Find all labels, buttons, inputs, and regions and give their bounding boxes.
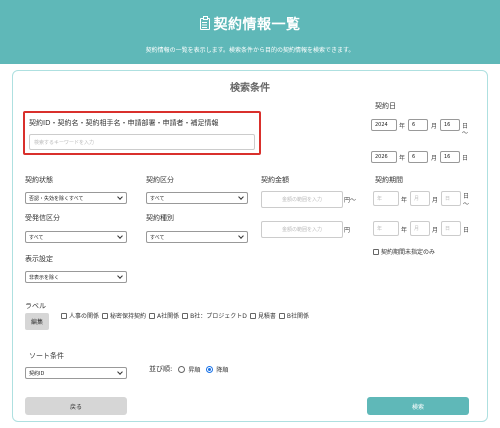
contract-date-from-month[interactable]: 6 [408, 119, 428, 131]
label-checkbox-item[interactable]: B社関係 [278, 311, 310, 320]
labels-edit-button[interactable]: 編集 [25, 313, 49, 330]
document-icon [199, 16, 210, 30]
label-checkbox-item[interactable]: B社：プロジェクトD [182, 311, 247, 320]
contract-period-label: 契約期間 [375, 176, 403, 184]
date-range-tilde: 〜 [462, 130, 469, 137]
display-setting-select[interactable]: 非表示を除く [25, 271, 127, 283]
contract-status-value: 否認・失効を除くすべて [29, 195, 84, 202]
send-receive-value: すべて [29, 234, 44, 241]
label-text: B社関係 [286, 313, 310, 320]
contract-amount-from-input[interactable]: 金額の範囲を入力 [261, 191, 343, 208]
labels-checkbox-list: 人事の関係 秘密保持契約 A社関係 B社：プロジェクトD 見積書 B社関係 [61, 311, 312, 320]
period-unset-label: 契約期間未指定のみ [381, 249, 436, 256]
chevron-down-icon [117, 233, 123, 239]
labels-label: ラベル [25, 302, 46, 310]
sort-asc-label: 昇順 [188, 366, 201, 374]
back-button[interactable]: 戻る [25, 397, 127, 415]
chevron-down-icon [117, 273, 123, 279]
send-receive-label: 受発信区分 [25, 214, 60, 222]
label-text: 人事の関係 [69, 313, 100, 320]
contract-period-to-year[interactable]: 年 [373, 221, 399, 236]
contract-date-label: 契約日 [375, 102, 396, 110]
contract-status-label: 契約状態 [25, 176, 53, 184]
unit-year: 年 [399, 123, 406, 130]
label-checkbox-item[interactable]: 見積書 [249, 311, 276, 320]
contract-date-to-year[interactable]: 2026 [371, 151, 397, 163]
sort-label: ソート条件 [29, 352, 64, 360]
keyword-label: 契約ID・契約名・契約相手名・申請部署・申請者・補足情報 [29, 119, 219, 127]
unit-year: 年 [399, 155, 406, 162]
checkbox[interactable] [102, 312, 109, 319]
period-unset-checkbox[interactable] [373, 248, 379, 255]
contract-period-from-year[interactable]: 年 [373, 191, 399, 206]
checkbox[interactable] [149, 312, 156, 319]
sort-desc-radio[interactable] [206, 365, 214, 373]
keyword-search-highlight: 契約ID・契約名・契約相手名・申請部署・申請者・補足情報 検索するキーワードを入… [23, 111, 261, 155]
unit-year: 年 [401, 227, 408, 234]
amount-unit-from: 円〜 [344, 197, 357, 204]
send-receive-select[interactable]: すべて [25, 231, 127, 243]
contract-category-value: すべて [150, 195, 165, 202]
checkbox[interactable] [182, 312, 189, 319]
contract-category-select[interactable]: すべて [146, 192, 248, 204]
chevron-down-icon [238, 194, 244, 200]
unit-day: 日 [463, 227, 470, 234]
label-text: A社関係 [157, 313, 180, 320]
display-setting-label: 表示設定 [25, 255, 53, 263]
contract-status-select[interactable]: 否認・失効を除くすべて [25, 192, 127, 204]
contract-type-select[interactable]: すべて [146, 231, 248, 243]
sort-desc-label: 降順 [216, 366, 229, 374]
unit-month: 月 [431, 123, 438, 130]
contract-date-from-day[interactable]: 16 [440, 119, 460, 131]
sort-order-label: 並び順: [149, 365, 173, 373]
sort-value: 契約ID [29, 370, 45, 377]
sort-asc-radio[interactable] [178, 365, 186, 373]
chevron-down-icon [117, 369, 123, 375]
page-subtitle: 契約情報の一覧を表示します。検索条件から目的の契約情報を検索できます。 [145, 47, 355, 54]
period-unset-checkbox-row[interactable]: 契約期間未指定のみ [373, 247, 435, 256]
contract-date-to-day[interactable]: 16 [440, 151, 460, 163]
keyword-search-input[interactable]: 検索するキーワードを入力 [29, 134, 255, 150]
sort-select[interactable]: 契約ID [25, 367, 127, 379]
unit-year: 年 [401, 197, 408, 204]
label-text: B社：プロジェクトD [190, 313, 247, 320]
display-setting-value: 非表示を除く [29, 274, 60, 281]
page-header: 契約情報一覧 契約情報の一覧を表示します。検索条件から目的の契約情報を検索できま… [0, 0, 500, 64]
contract-amount-to-input[interactable]: 金額の範囲を入力 [261, 221, 343, 238]
sort-order-group: 並び順: 昇順 降順 [149, 364, 228, 374]
contract-period-to-month[interactable]: 月 [410, 221, 430, 236]
contract-date-to-month[interactable]: 6 [408, 151, 428, 163]
contract-type-value: すべて [150, 234, 165, 241]
panel-title: 検索条件 [230, 83, 270, 94]
search-conditions-panel: 検索条件 契約ID・契約名・契約相手名・申請部署・申請者・補足情報 検索するキー… [12, 70, 488, 422]
amount-unit-to: 円 [344, 227, 351, 234]
period-range-tilde: 〜 [463, 201, 470, 208]
label-checkbox-item[interactable]: 秘密保持契約 [102, 311, 146, 320]
contract-date-from-year[interactable]: 2024 [371, 119, 397, 131]
checkbox[interactable] [61, 312, 67, 319]
unit-month: 月 [431, 155, 438, 162]
label-text: 見積書 [257, 313, 276, 320]
unit-day: 日 [462, 155, 469, 162]
contract-type-label: 契約種別 [146, 214, 174, 222]
checkbox[interactable] [278, 312, 285, 319]
label-checkbox-item[interactable]: A社関係 [149, 311, 179, 320]
contract-period-from-day[interactable]: 日 [441, 191, 461, 206]
page-title-row: 契約情報一覧 [0, 14, 500, 34]
contract-period-from-month[interactable]: 月 [410, 191, 430, 206]
chevron-down-icon [117, 194, 123, 200]
label-checkbox-item[interactable]: 人事の関係 [61, 311, 99, 320]
unit-month: 月 [432, 227, 439, 234]
unit-month: 月 [432, 197, 439, 204]
chevron-down-icon [238, 233, 244, 239]
search-button[interactable]: 検索 [367, 397, 469, 415]
label-text: 秘密保持契約 [110, 313, 147, 320]
contract-period-to-day[interactable]: 日 [441, 221, 461, 236]
checkbox[interactable] [249, 312, 256, 319]
contract-amount-label: 契約金額 [261, 176, 289, 184]
page-title: 契約情報一覧 [213, 17, 301, 33]
contract-category-label: 契約区分 [146, 176, 174, 184]
